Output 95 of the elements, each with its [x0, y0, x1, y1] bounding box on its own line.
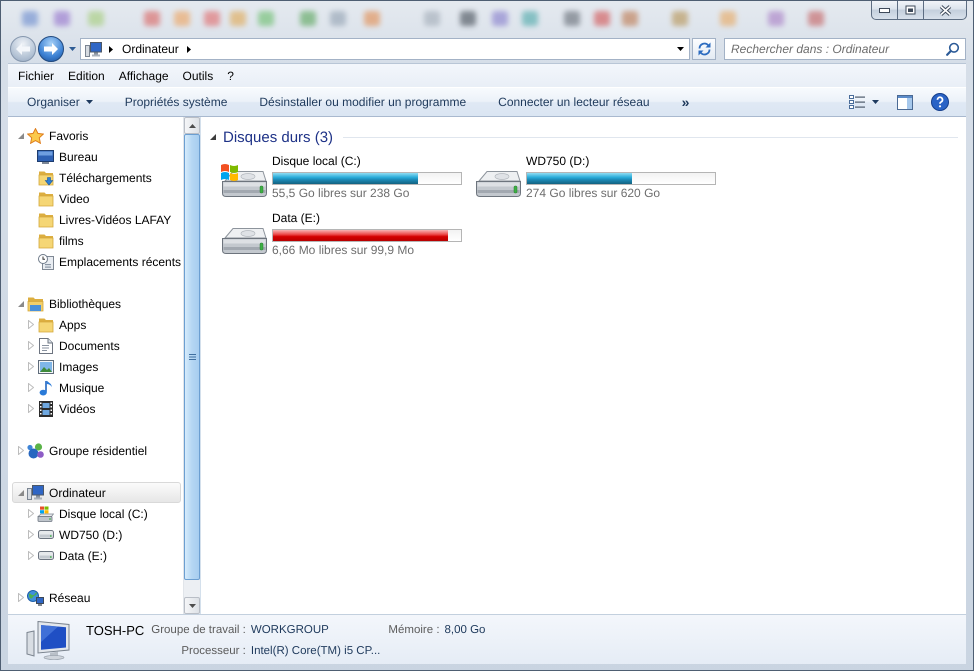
drive-with-flag-icon [37, 506, 54, 522]
nav-tree-item[interactable]: Livres-Vidéos LAFAY [12, 209, 181, 230]
address-field[interactable]: Ordinateur [80, 38, 690, 60]
refresh-button[interactable] [692, 38, 716, 60]
drive-name[interactable]: Data (E:) [272, 211, 462, 226]
detail-label: Mémoire : [388, 623, 440, 638]
maximize-icon [905, 5, 916, 15]
document-icon [38, 338, 52, 354]
drive-name[interactable]: Disque local (C:) [272, 154, 462, 169]
nav-tree-item[interactable]: Documents [12, 335, 181, 356]
organize-button[interactable]: Organiser [16, 90, 104, 114]
group-title: Disques durs (3) [223, 128, 334, 146]
caret-icon [677, 47, 684, 51]
free-space-text: 55,5 Go libres sur 238 Go [272, 186, 410, 201]
folder-icon [38, 232, 54, 248]
nav-tree-item[interactable]: Bureau [12, 146, 181, 167]
detail-value: 8,00 Go [444, 623, 486, 638]
nav-tree-item[interactable]: Data (E:) [12, 545, 181, 566]
computer-icon [25, 620, 71, 660]
drive-name[interactable]: WD750 (D:) [526, 154, 716, 169]
maximize-button[interactable] [897, 1, 924, 20]
detail-value: Intel(R) Core(TM) i5 CP... [250, 644, 382, 659]
command-button[interactable]: Désinstaller ou modifier un programme [248, 90, 478, 114]
breadcrumb-item[interactable]: Ordinateur [118, 40, 183, 58]
nav-tree-item[interactable]: Réseau [12, 587, 181, 608]
detail-value: WORKGROUP [250, 623, 330, 638]
globe-monitor-icon [27, 590, 44, 606]
caret-icon [872, 100, 879, 104]
menu-item[interactable]: Fichier [11, 66, 62, 86]
view-list-icon [849, 94, 866, 110]
caret-icon [86, 100, 93, 104]
download-folder-icon [38, 170, 54, 186]
scroll-down-button[interactable] [184, 597, 200, 614]
grip-icon [188, 354, 196, 360]
nav-tree-item[interactable]: Apps [12, 314, 181, 335]
scroll-up-button[interactable] [184, 117, 200, 134]
preview-pane-icon [897, 94, 913, 110]
close-button[interactable] [923, 1, 967, 20]
arrow-down-icon [188, 604, 196, 608]
tree-arrow-icon[interactable] [210, 134, 216, 140]
star-icon [27, 128, 44, 144]
nav-tree-item[interactable]: Ordinateur [12, 482, 181, 503]
nav-tree-item[interactable]: Téléchargements [12, 167, 181, 188]
search-icon[interactable] [946, 42, 960, 56]
command-button[interactable]: Connecter un lecteur réseau [487, 90, 661, 114]
menu-item[interactable]: Edition [61, 66, 112, 86]
folder-icon [38, 212, 54, 228]
caret-icon [68, 47, 76, 51]
menu-item[interactable]: ? [220, 66, 241, 86]
arrow-left-icon [16, 43, 30, 55]
film-strip-icon [38, 400, 52, 416]
detail-label: Processeur : [181, 644, 246, 659]
nav-tree-item[interactable]: WD750 (D:) [12, 524, 181, 545]
folder-icon [38, 190, 54, 206]
breadcrumb-arrow-icon[interactable] [186, 46, 191, 52]
menu-item[interactable]: Outils [176, 66, 220, 86]
free-space-text: 274 Go libres sur 620 Go [526, 186, 662, 201]
minimize-button[interactable] [871, 1, 898, 20]
scrollbar-thumb[interactable] [184, 134, 200, 580]
nav-tree-item[interactable]: Disque local (C:) [12, 503, 181, 524]
folder-icon [38, 316, 54, 332]
clock-document-icon [38, 254, 54, 270]
nav-tree-item[interactable]: Images [12, 356, 181, 377]
drive-icon [38, 551, 54, 560]
command-button[interactable]: Propriétés système [114, 90, 238, 114]
close-icon [938, 4, 952, 16]
refresh-icon [696, 42, 712, 56]
nav-tree-item[interactable]: Emplacements récents [12, 251, 181, 272]
arrow-right-icon [44, 43, 58, 55]
computer-icon [27, 485, 44, 500]
menu-item[interactable]: Affichage [112, 66, 176, 86]
nav-tree-item[interactable]: Musique [12, 377, 181, 398]
spheres-icon [27, 442, 44, 458]
forward-button[interactable] [38, 36, 64, 62]
search-field[interactable]: Rechercher dans : Ordinateur [724, 38, 966, 60]
free-space-text: 6,66 Mo libres sur 99,9 Mo [272, 243, 416, 258]
music-note-icon [39, 380, 52, 396]
help-icon [931, 93, 949, 111]
drive-icon [38, 530, 54, 539]
nav-tree-item[interactable]: films [12, 230, 181, 251]
more-commands-button[interactable]: » [670, 90, 700, 114]
minimize-icon [879, 8, 890, 12]
detail-label: Groupe de travail : [151, 623, 246, 638]
nav-tree-item[interactable]: Vidéos [12, 398, 181, 419]
nav-tree-item[interactable]: Favoris [12, 125, 181, 146]
nav-tree-item[interactable]: Bibliothèques [12, 293, 181, 314]
computer-icon [85, 42, 102, 56]
desktop-icon [37, 150, 54, 164]
nav-tree-item[interactable]: Video [12, 188, 181, 209]
picture-icon [38, 360, 54, 374]
computer-name: TOSH-PC [86, 622, 144, 640]
library-folder-icon [27, 296, 44, 312]
breadcrumb-arrow-icon[interactable] [109, 46, 113, 52]
nav-tree-item[interactable]: Groupe résidentiel [12, 440, 181, 461]
arrow-up-icon [188, 124, 196, 128]
